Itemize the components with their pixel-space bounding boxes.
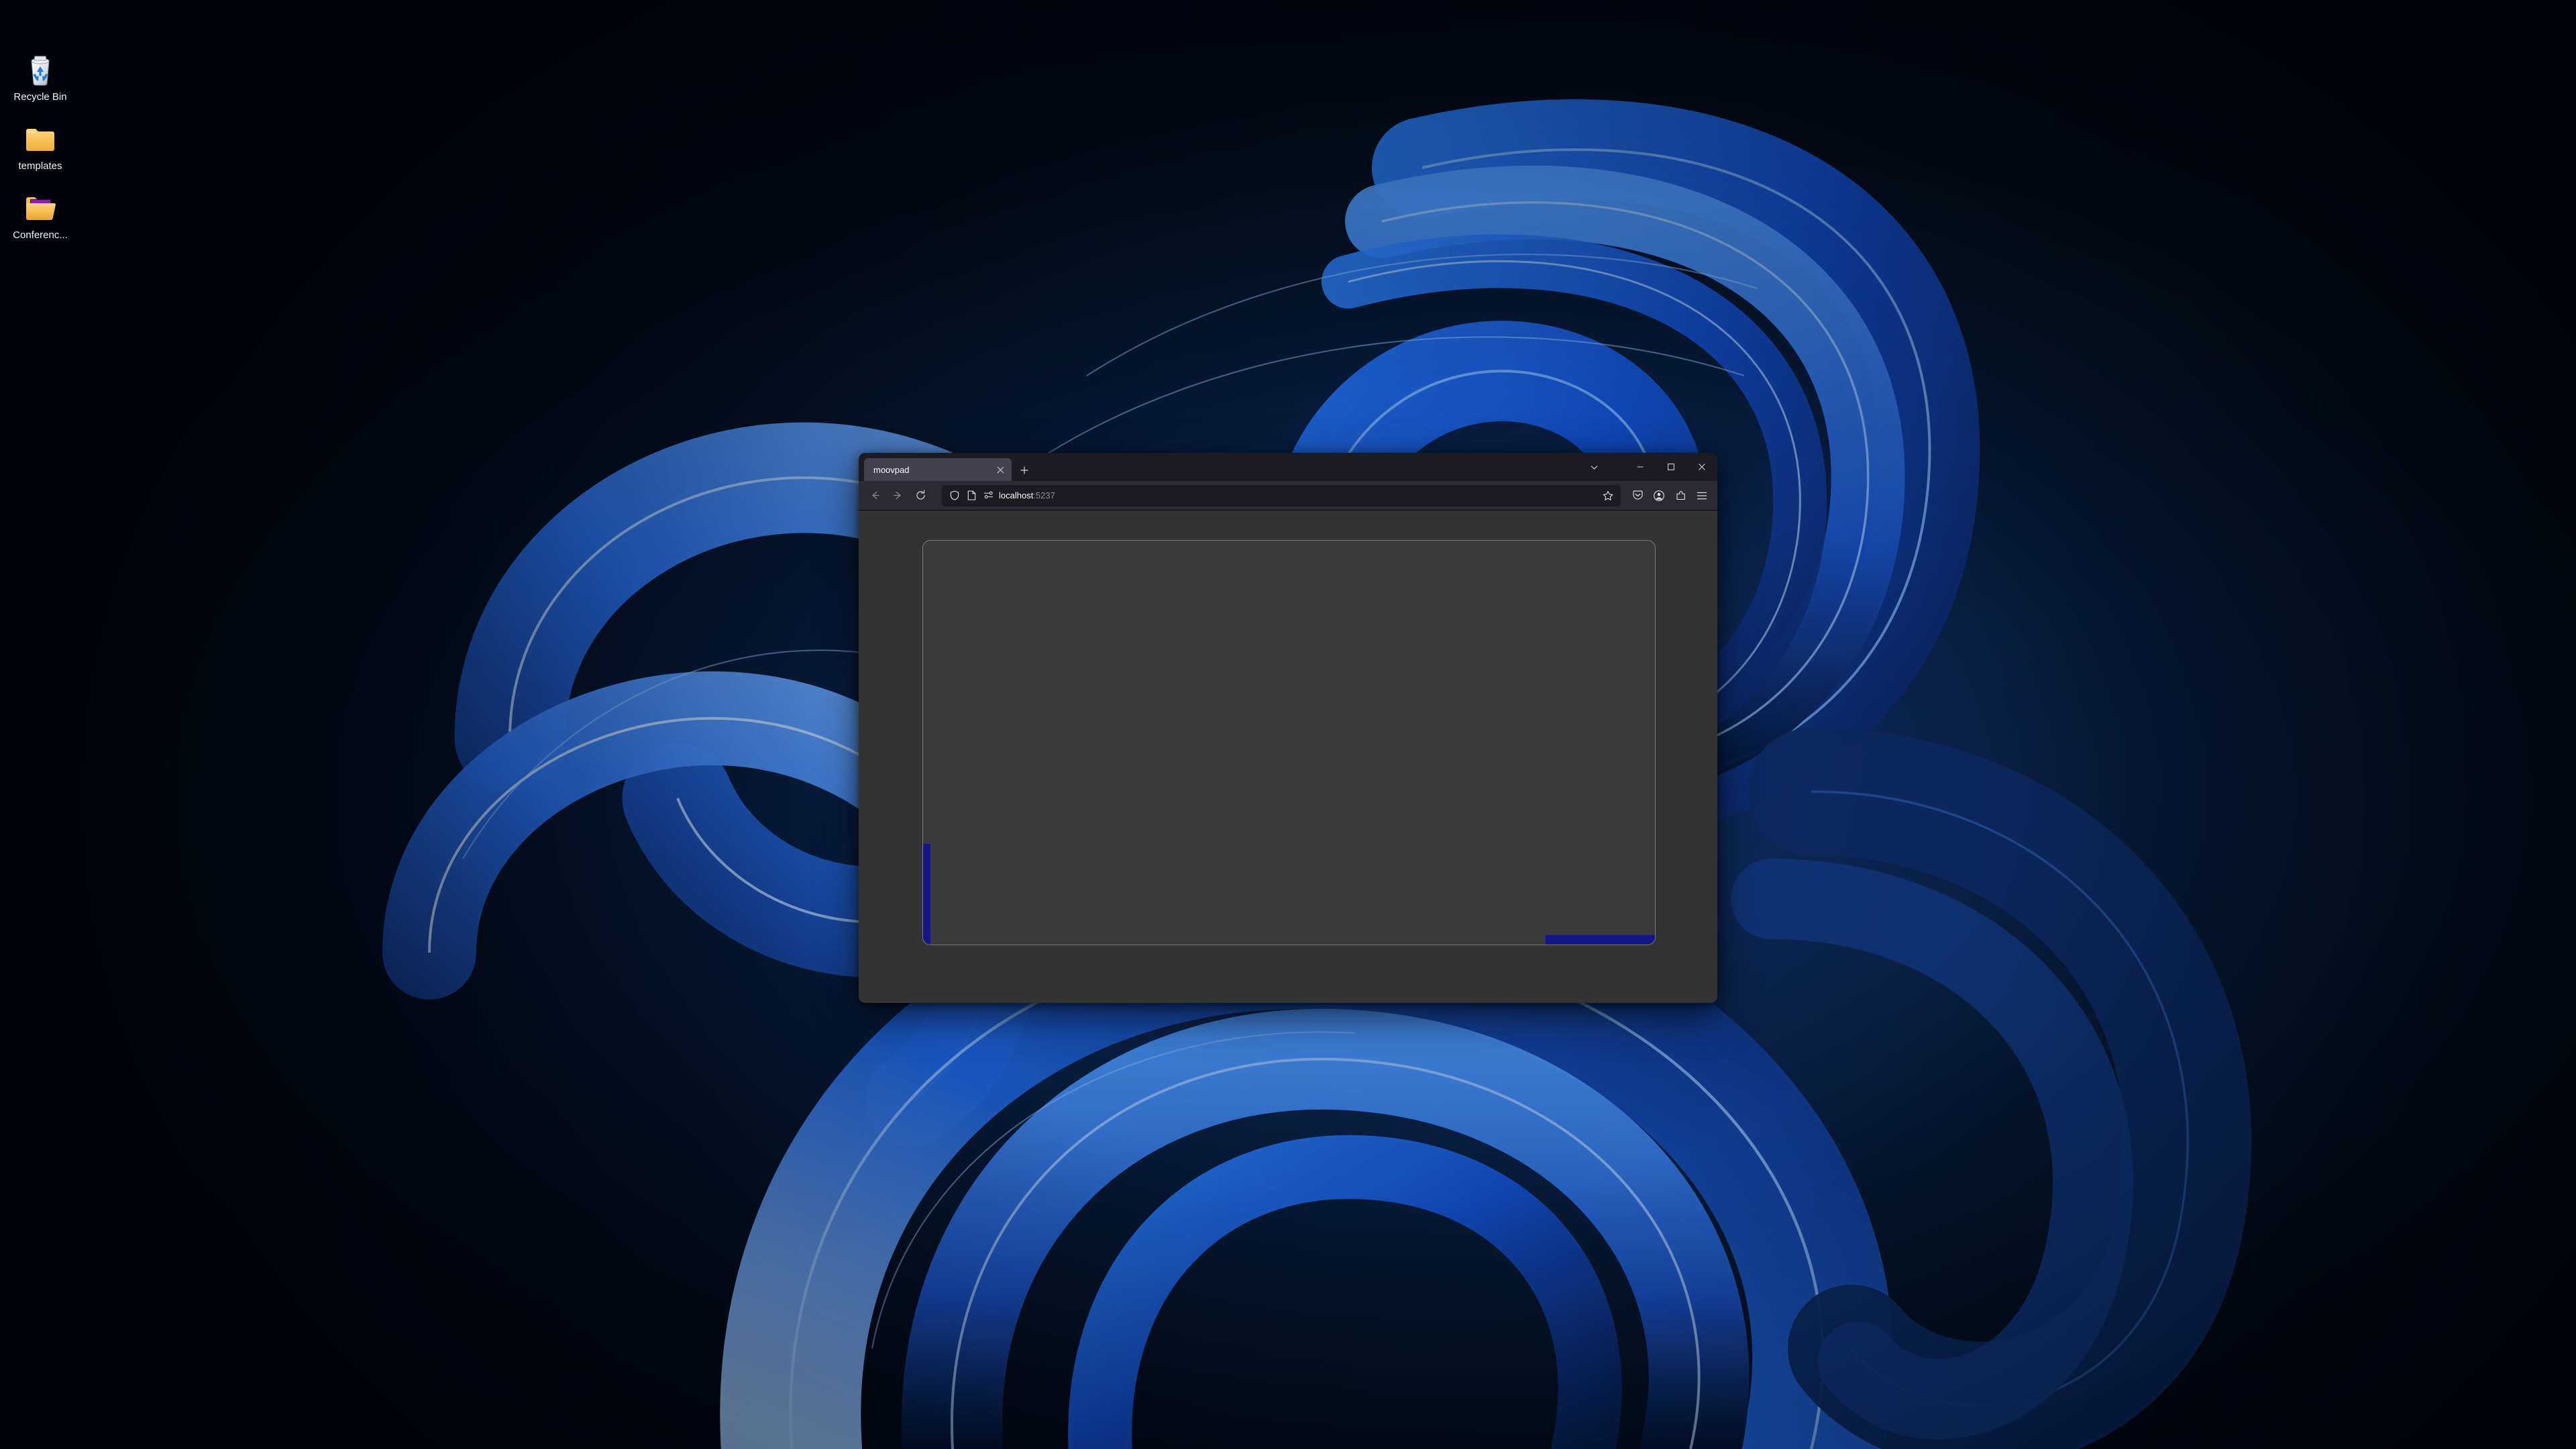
extensions-icon[interactable] [1670, 486, 1690, 506]
new-tab-button[interactable] [1017, 463, 1032, 478]
browser-window[interactable]: moovpad localhost:5237 [859, 453, 1717, 1003]
reload-button[interactable] [910, 485, 931, 506]
desktop[interactable]: Recycle Bin templates Conferenc... moovp… [0, 0, 2576, 1449]
permissions-icon[interactable] [982, 490, 994, 502]
browser-tab-moovpad[interactable]: moovpad [864, 458, 1012, 481]
horizontal-accent-bar [1546, 935, 1655, 945]
url-port: :5237 [1033, 490, 1055, 500]
minimize-button[interactable] [1625, 453, 1656, 481]
window-controls[interactable] [1574, 453, 1717, 481]
desktop-icon-label: Conferenc... [13, 229, 68, 241]
pocket-icon[interactable] [1627, 486, 1648, 506]
back-button[interactable] [864, 485, 885, 506]
navigation-toolbar[interactable]: localhost:5237 [859, 481, 1717, 511]
shield-icon[interactable] [949, 490, 961, 502]
desktop-icon-label: templates [18, 160, 62, 172]
moovpad-canvas[interactable] [922, 540, 1656, 945]
address-bar[interactable]: localhost:5237 [942, 484, 1621, 506]
tab-list-chevron-down-icon[interactable] [1574, 453, 1614, 481]
page-icon[interactable] [965, 490, 977, 502]
close-window-button[interactable] [1686, 453, 1717, 481]
desktop-icon-templates[interactable]: templates [0, 121, 80, 172]
url-host: localhost [999, 490, 1034, 500]
desktop-icon-label: Recycle Bin [13, 91, 67, 103]
folder-open-media-icon [23, 191, 58, 225]
vertical-accent-bar [923, 844, 930, 945]
url-text[interactable]: localhost:5237 [999, 490, 1595, 500]
app-menu-hamburger-icon[interactable] [1692, 486, 1712, 506]
page-viewport[interactable] [859, 511, 1717, 1003]
forward-button[interactable] [887, 485, 908, 506]
folder-icon [23, 121, 58, 156]
maximize-button[interactable] [1656, 453, 1686, 481]
tab-strip[interactable]: moovpad [859, 453, 1717, 481]
recycle-bin-icon [23, 52, 58, 87]
desktop-icon-conference[interactable]: Conferenc... [0, 191, 80, 241]
desktop-icon-column: Recycle Bin templates Conferenc... [0, 52, 80, 241]
bookmark-star-icon[interactable] [1599, 487, 1617, 504]
desktop-icon-recycle-bin[interactable]: Recycle Bin [0, 52, 80, 103]
tab-close-icon[interactable] [993, 462, 1008, 477]
tab-title: moovpad [873, 464, 910, 475]
account-icon[interactable] [1649, 486, 1669, 506]
